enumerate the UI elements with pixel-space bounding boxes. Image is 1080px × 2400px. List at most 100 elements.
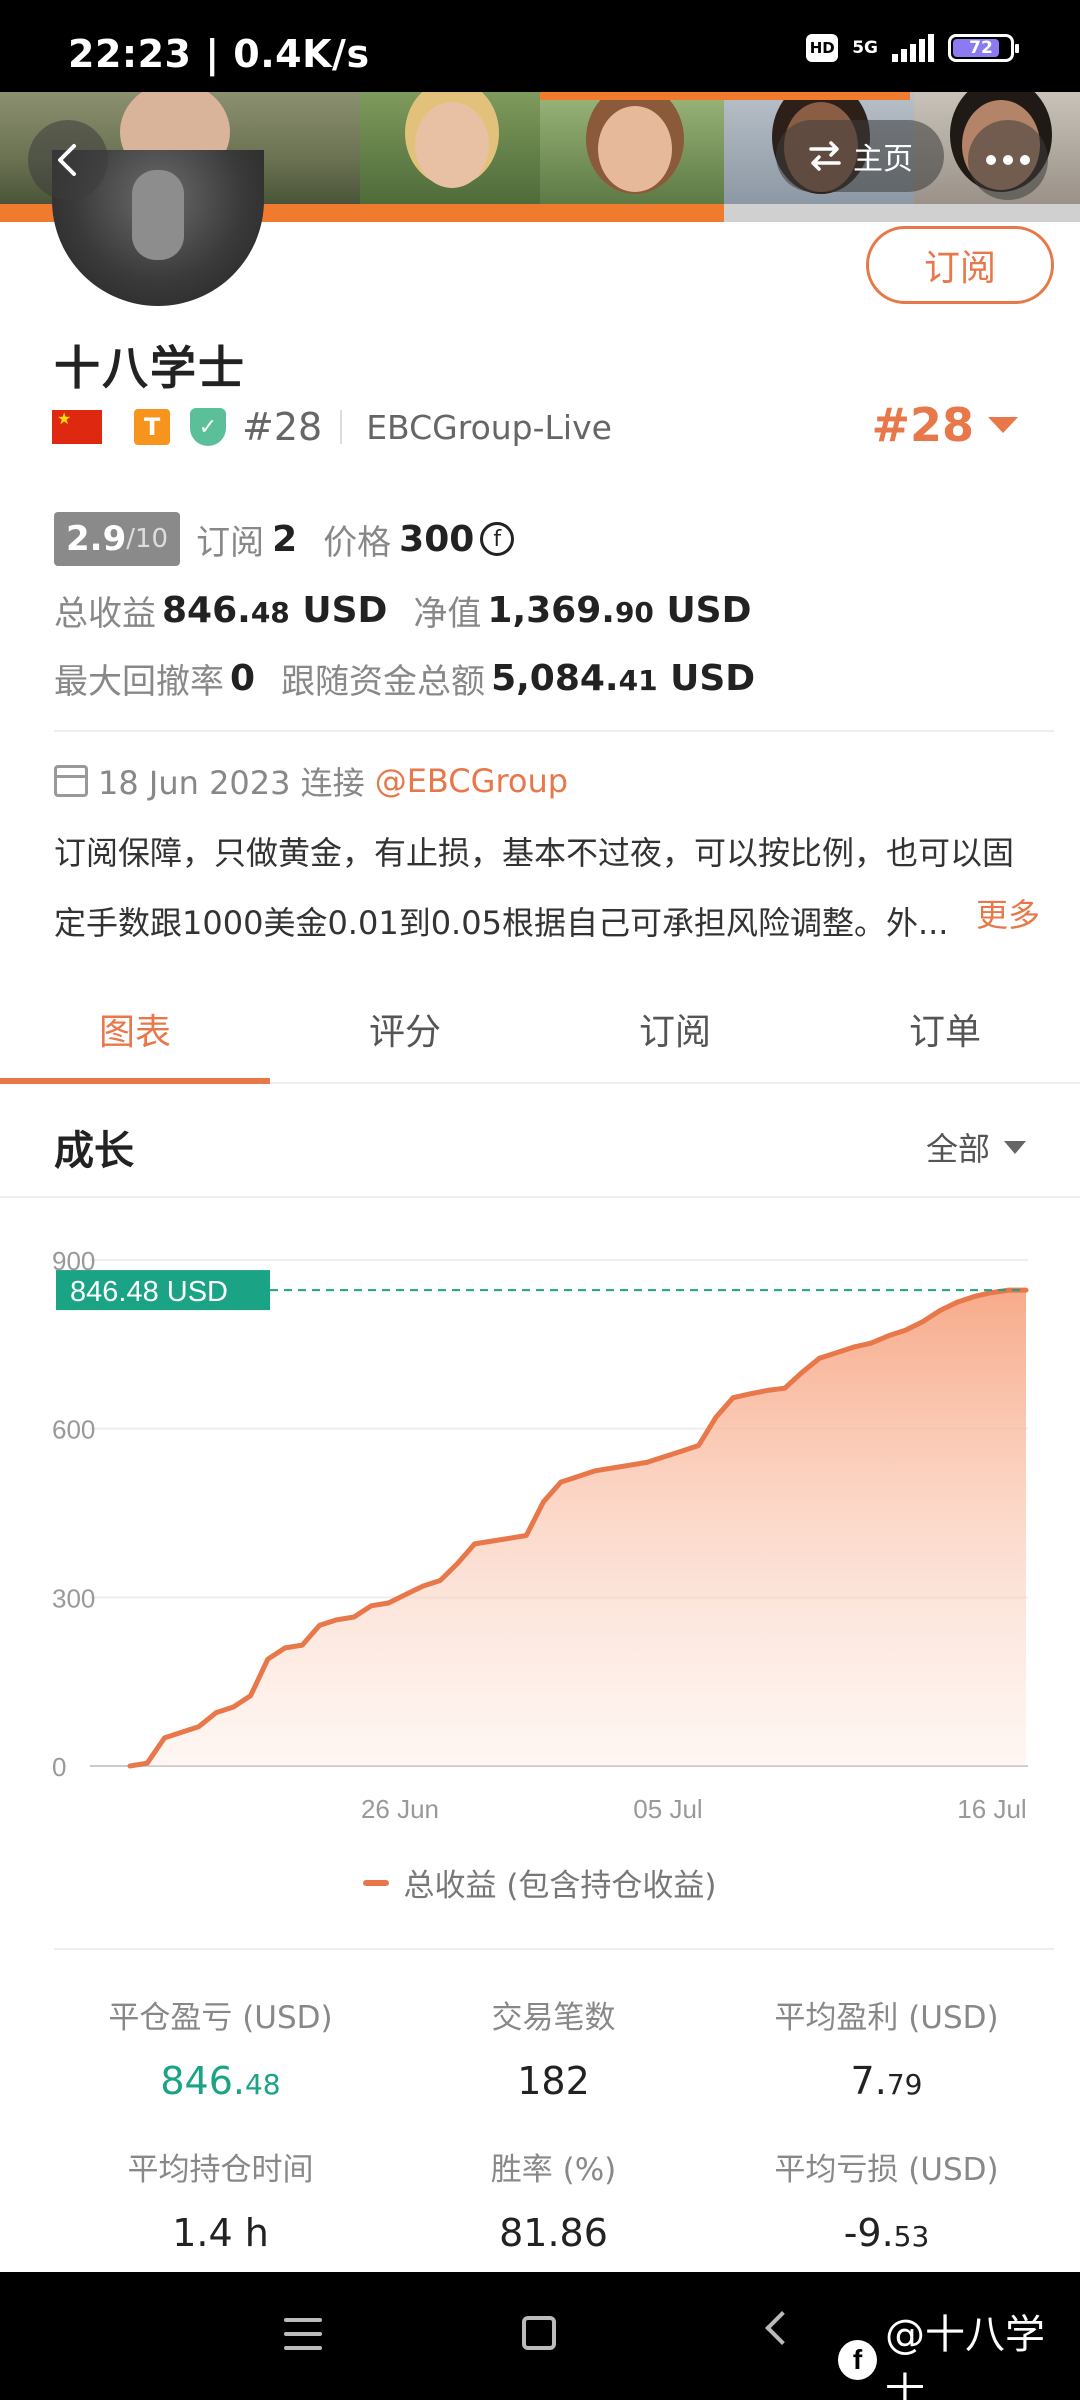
metric-value: 7.79	[850, 2059, 923, 2103]
x-tick-label: 26 Jun	[361, 1794, 439, 1824]
metric-value: 846.48	[160, 2059, 281, 2103]
rank-dropdown[interactable]: #28	[871, 398, 1018, 452]
t-badge-icon: T	[134, 409, 170, 445]
status-bar: 22:23 | 0.4K/s HD 5G 72	[0, 0, 1080, 92]
drawdown-row: 最大回撤率 0 跟随资金总额 5,084.41 USD	[54, 654, 755, 703]
y-tick-label: 300	[52, 1583, 95, 1613]
description-line: 订阅保障，只做黄金，有止损，基本不过夜，可以按比例，也可以固	[54, 834, 1015, 872]
price-label: 价格	[323, 522, 392, 563]
strategy-description: 订阅保障，只做黄金，有止损，基本不过夜，可以按比例，也可以固 定手数跟1000美…	[54, 818, 1054, 958]
subscribe-button[interactable]: 订阅	[866, 226, 1054, 304]
tab-chart[interactable]: 图表	[0, 976, 270, 1084]
tab-orders[interactable]: 订单	[810, 976, 1080, 1082]
follow-funds-value: 5,084.41 USD	[491, 658, 756, 699]
chart-legend: 总收益 (包含持仓收益)	[0, 1860, 1080, 1905]
watermark-text: @十八学士	[885, 2312, 1045, 2400]
facebook-icon: f	[838, 2340, 877, 2380]
metric-trade-count: 交易笔数 182	[387, 1992, 720, 2103]
equity-label: 净值	[413, 594, 482, 634]
tab-subscribe[interactable]: 订阅	[540, 976, 810, 1082]
status-time: 22:23 | 0.4K/s	[68, 32, 370, 76]
battery-level: 72	[969, 38, 993, 58]
metric-value: 81.86	[499, 2211, 608, 2255]
caret-down-icon	[1004, 1140, 1026, 1154]
growth-chart[interactable]: 0300600900 26 Jun 05 Jul 16 Jul 846.48 USD	[0, 1196, 1080, 1896]
price-value: 300	[399, 518, 475, 560]
battery-icon: 72	[948, 34, 1019, 62]
connect-handle-link[interactable]: @EBCGroup	[375, 762, 568, 800]
metric-value: 182	[517, 2059, 590, 2103]
china-flag-icon	[52, 410, 102, 444]
banner-stripe	[540, 92, 910, 100]
calendar-icon	[54, 765, 88, 797]
home-button[interactable]: 主页	[776, 120, 944, 192]
verified-shield-icon: ✓	[190, 408, 226, 446]
total-profit-value: 846.48 USD	[162, 590, 388, 631]
divider	[340, 410, 343, 444]
more-button[interactable]	[968, 120, 1048, 200]
y-tick-label: 600	[52, 1415, 95, 1445]
score-badge: 2.9/10	[54, 512, 181, 566]
banner-photo	[540, 92, 724, 204]
metric-avg-loss: 平均亏损 (USD) -9.53	[720, 2144, 1053, 2255]
status-icons: HD 5G 72	[806, 34, 1019, 62]
subscribe-count: 2	[272, 518, 298, 560]
rank-label: #28	[242, 405, 323, 449]
profit-row: 总收益 846.48 USD 净值 1,369.90 USD	[54, 586, 752, 635]
subscribe-count-label: 订阅	[196, 522, 265, 563]
back-button[interactable]	[28, 120, 108, 200]
growth-title: 成长	[54, 1128, 134, 1174]
legend-swatch	[363, 1879, 390, 1886]
caret-down-icon	[988, 417, 1018, 433]
chevron-left-icon	[58, 144, 76, 176]
home-label: 主页	[853, 142, 913, 177]
divider	[54, 730, 1054, 732]
metric-label: 交易笔数	[491, 2000, 616, 2036]
home-square-icon[interactable]	[522, 2316, 556, 2350]
connect-date: 18 Jun 2023 连接	[98, 764, 365, 802]
trader-badges: T ✓ #28 EBCGroup-Live	[52, 405, 612, 449]
back-triangle-icon[interactable]	[765, 2311, 799, 2345]
follow-funds-label: 跟随资金总额	[281, 662, 486, 702]
x-tick-label: 16 Jul	[957, 1794, 1026, 1824]
x-tick-label: 05 Jul	[633, 1794, 702, 1824]
metric-closed-pnl: 平仓盈亏 (USD) 846.48	[54, 1992, 387, 2103]
network-5g-icon: 5G	[852, 38, 878, 58]
metric-label: 平均盈利 (USD)	[774, 2000, 999, 2036]
metric-label: 胜率 (%)	[490, 2152, 617, 2188]
coin-icon: f	[480, 522, 515, 556]
metric-label: 平均亏损 (USD)	[774, 2152, 999, 2188]
legend-label: 总收益 (包含持仓收益)	[403, 1868, 717, 1904]
more-link[interactable]: 更多	[976, 890, 1040, 936]
server-name: EBCGroup-Live	[366, 407, 612, 447]
connect-info: 18 Jun 2023 连接 @EBCGroup	[54, 758, 568, 804]
hd-icon: HD	[806, 34, 839, 62]
max-drawdown-value: 0	[230, 658, 256, 699]
current-value-label: 846.48 USD	[70, 1276, 228, 1308]
metric-value: -9.53	[843, 2211, 930, 2255]
system-nav-bar: f @十八学士	[0, 2272, 1080, 2400]
banner-photo	[360, 92, 540, 204]
metric-avg-hold-time: 平均持仓时间 1.4 h	[54, 2144, 387, 2255]
rating-row: 2.9/10 订阅 2 价格 300 f	[54, 512, 515, 566]
metric-avg-profit: 平均盈利 (USD) 7.79	[720, 1992, 1053, 2103]
tab-rating[interactable]: 评分	[270, 976, 540, 1082]
score-max: /10	[126, 524, 169, 554]
metric-value: 1.4 h	[172, 2211, 269, 2255]
score-value: 2.9	[66, 519, 127, 559]
menu-icon[interactable]	[284, 2318, 322, 2350]
range-selector[interactable]: 全部	[926, 1124, 1026, 1170]
tab-bar: 图表 评分 订阅 订单	[0, 976, 1080, 1084]
trader-name: 十八学士	[54, 341, 246, 395]
chart-area-fill	[130, 1290, 1026, 1766]
watermark: f @十八学士	[838, 2302, 1080, 2400]
swap-icon	[809, 141, 841, 171]
max-drawdown-label: 最大回撤率	[54, 662, 224, 702]
rank-highlight: #28	[871, 398, 974, 452]
metric-label: 平均持仓时间	[127, 2152, 314, 2188]
metric-win-rate: 胜率 (%) 81.86	[387, 2144, 720, 2255]
description-line: 定手数跟1000美金0.01到0.05根据自己可承担风险调整。外...	[54, 904, 949, 942]
y-tick-label: 0	[52, 1752, 66, 1782]
metric-label: 平仓盈亏 (USD)	[108, 2000, 333, 2036]
banner-stripe	[724, 204, 1080, 222]
